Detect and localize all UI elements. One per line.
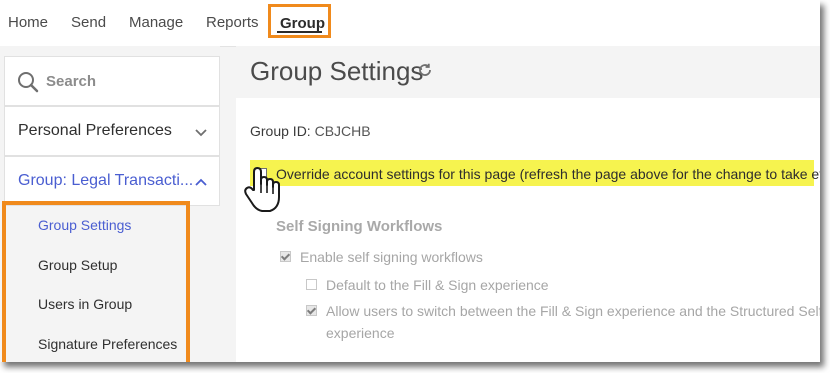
default-fill-sign-checkbox[interactable]: [306, 279, 317, 290]
sidebar-item-label: Personal Preferences: [18, 122, 172, 139]
default-fill-sign-label: Default to the Fill & Sign experience: [326, 277, 549, 293]
main-content: Group Settings Group ID: CBJCHB Override…: [236, 46, 820, 362]
enable-self-signing-label: Enable self signing workflows: [300, 249, 483, 265]
hand-cursor-icon: [244, 167, 280, 212]
title-band: Group Settings: [236, 46, 820, 98]
nav-reports[interactable]: Reports: [206, 14, 259, 31]
nav-send[interactable]: Send: [71, 14, 106, 31]
top-nav: Home Send Manage Reports Group: [0, 0, 820, 47]
search-input[interactable]: Search: [4, 56, 220, 106]
allow-switch-checkbox[interactable]: [306, 305, 317, 316]
sidebar: Search Personal Preferences Group: Legal…: [0, 46, 220, 362]
refresh-icon[interactable]: [417, 62, 433, 78]
group-id-label: Group ID:: [250, 123, 311, 139]
group-id: Group ID: CBJCHB: [250, 123, 371, 139]
section-title-self-signing: Self Signing Workflows: [276, 218, 443, 235]
enable-self-signing-checkbox[interactable]: [280, 251, 291, 262]
sidebar-item-personal-preferences[interactable]: Personal Preferences: [4, 106, 220, 156]
sidebar-item-group[interactable]: Group: Legal Transacti...: [4, 156, 220, 206]
nav-group[interactable]: Group: [268, 4, 331, 38]
search-placeholder: Search: [46, 73, 97, 90]
sidebar-item-label: Group: Legal Transacti...: [18, 172, 194, 189]
chevron-up-icon: [195, 178, 207, 186]
nav-group-label: Group: [280, 15, 325, 32]
allow-switch-label-line1: Allow users to switch between the Fill &…: [326, 303, 820, 319]
page-title: Group Settings: [250, 56, 424, 86]
active-tab-indicator: [277, 31, 322, 33]
nav-home[interactable]: Home: [8, 14, 48, 31]
app-window: Home Send Manage Reports Group Search Pe…: [0, 0, 820, 362]
group-id-value: CBJCHB: [314, 123, 371, 139]
chevron-down-icon: [195, 129, 207, 137]
highlight-box-group-menu: [2, 201, 190, 362]
search-icon: [18, 72, 39, 93]
override-label: Override account settings for this page …: [276, 166, 820, 182]
nav-manage[interactable]: Manage: [129, 14, 183, 31]
allow-switch-label-line2: experience: [326, 325, 395, 341]
